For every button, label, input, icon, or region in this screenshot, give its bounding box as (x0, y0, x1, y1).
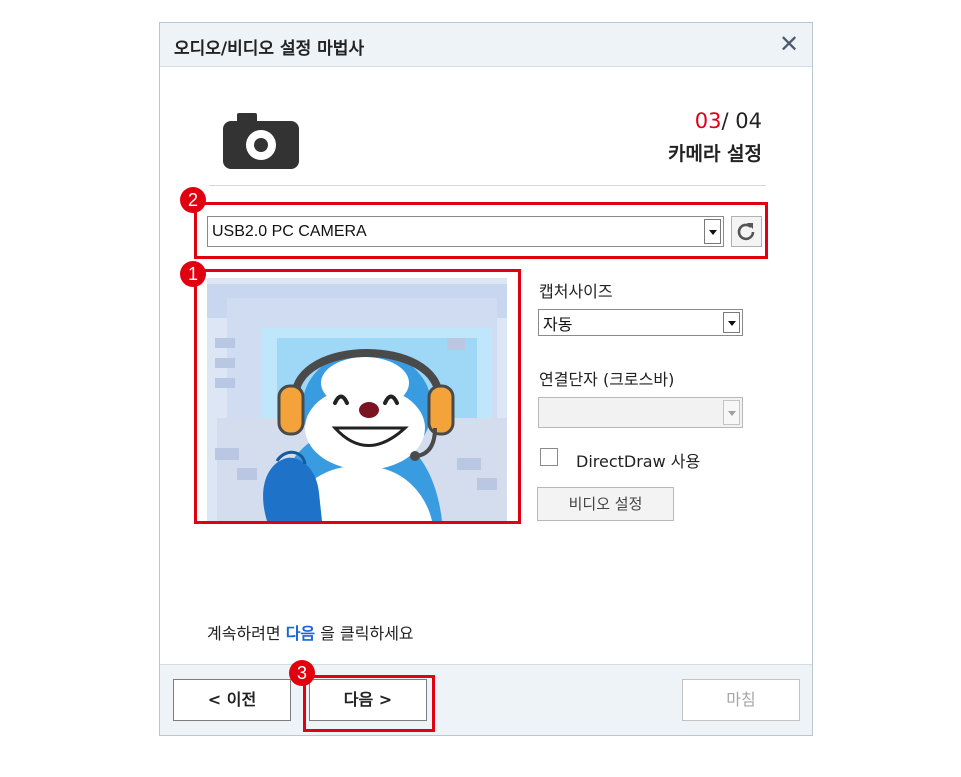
step-current: 03 (694, 109, 722, 133)
directdraw-checkbox[interactable] (540, 448, 558, 466)
chevron-down-icon[interactable] (704, 219, 721, 244)
chevron-down-icon[interactable] (723, 312, 740, 333)
av-settings-wizard-dialog: 오디오/비디오 설정 마법사 ✕ 03/ 04 카메라 설정 2 USB2.0 … (159, 22, 813, 736)
header-divider (209, 185, 766, 186)
capture-size-value: 자동 (543, 316, 573, 334)
dialog-title: 오디오/비디오 설정 마법사 (174, 39, 365, 59)
continue-hint: 계속하려면 다음 을 클릭하세요 (207, 624, 414, 643)
step-title: 카메라 설정 (667, 143, 762, 165)
footer-bar: < 이전 다음 > 마침 (160, 664, 812, 735)
annotation-box-next (303, 675, 435, 732)
crossbar-label: 연결단자 (크로스바) (539, 370, 675, 389)
close-icon[interactable]: ✕ (776, 31, 802, 57)
annotation-badge-1: 1 (180, 261, 206, 287)
annotation-badge-3: 3 (289, 660, 315, 686)
capture-size-select[interactable]: 자동 (538, 309, 743, 336)
camera-select-value: USB2.0 PC CAMERA (212, 222, 367, 240)
preview-image (207, 278, 507, 521)
hint-next-emphasis: 다음 (285, 624, 316, 643)
camera-select[interactable]: USB2.0 PC CAMERA (207, 216, 724, 247)
prev-button[interactable]: < 이전 (173, 679, 291, 721)
camera-icon (223, 113, 299, 169)
crossbar-select[interactable] (538, 397, 743, 428)
step-total: / 04 (721, 109, 762, 133)
refresh-button[interactable] (731, 216, 762, 247)
annotation-badge-2: 2 (180, 187, 206, 213)
finish-button[interactable]: 마침 (682, 679, 800, 721)
title-bar: 오디오/비디오 설정 마법사 ✕ (160, 23, 812, 67)
capture-size-label: 캡처사이즈 (539, 282, 613, 301)
step-indicator: 03/ 04 카메라 설정 (668, 109, 762, 166)
video-settings-button[interactable]: 비디오 설정 (537, 487, 674, 521)
refresh-icon (737, 223, 755, 241)
chevron-down-icon[interactable] (723, 400, 740, 425)
camera-preview (207, 278, 507, 521)
directdraw-label: DirectDraw 사용 (576, 452, 701, 471)
